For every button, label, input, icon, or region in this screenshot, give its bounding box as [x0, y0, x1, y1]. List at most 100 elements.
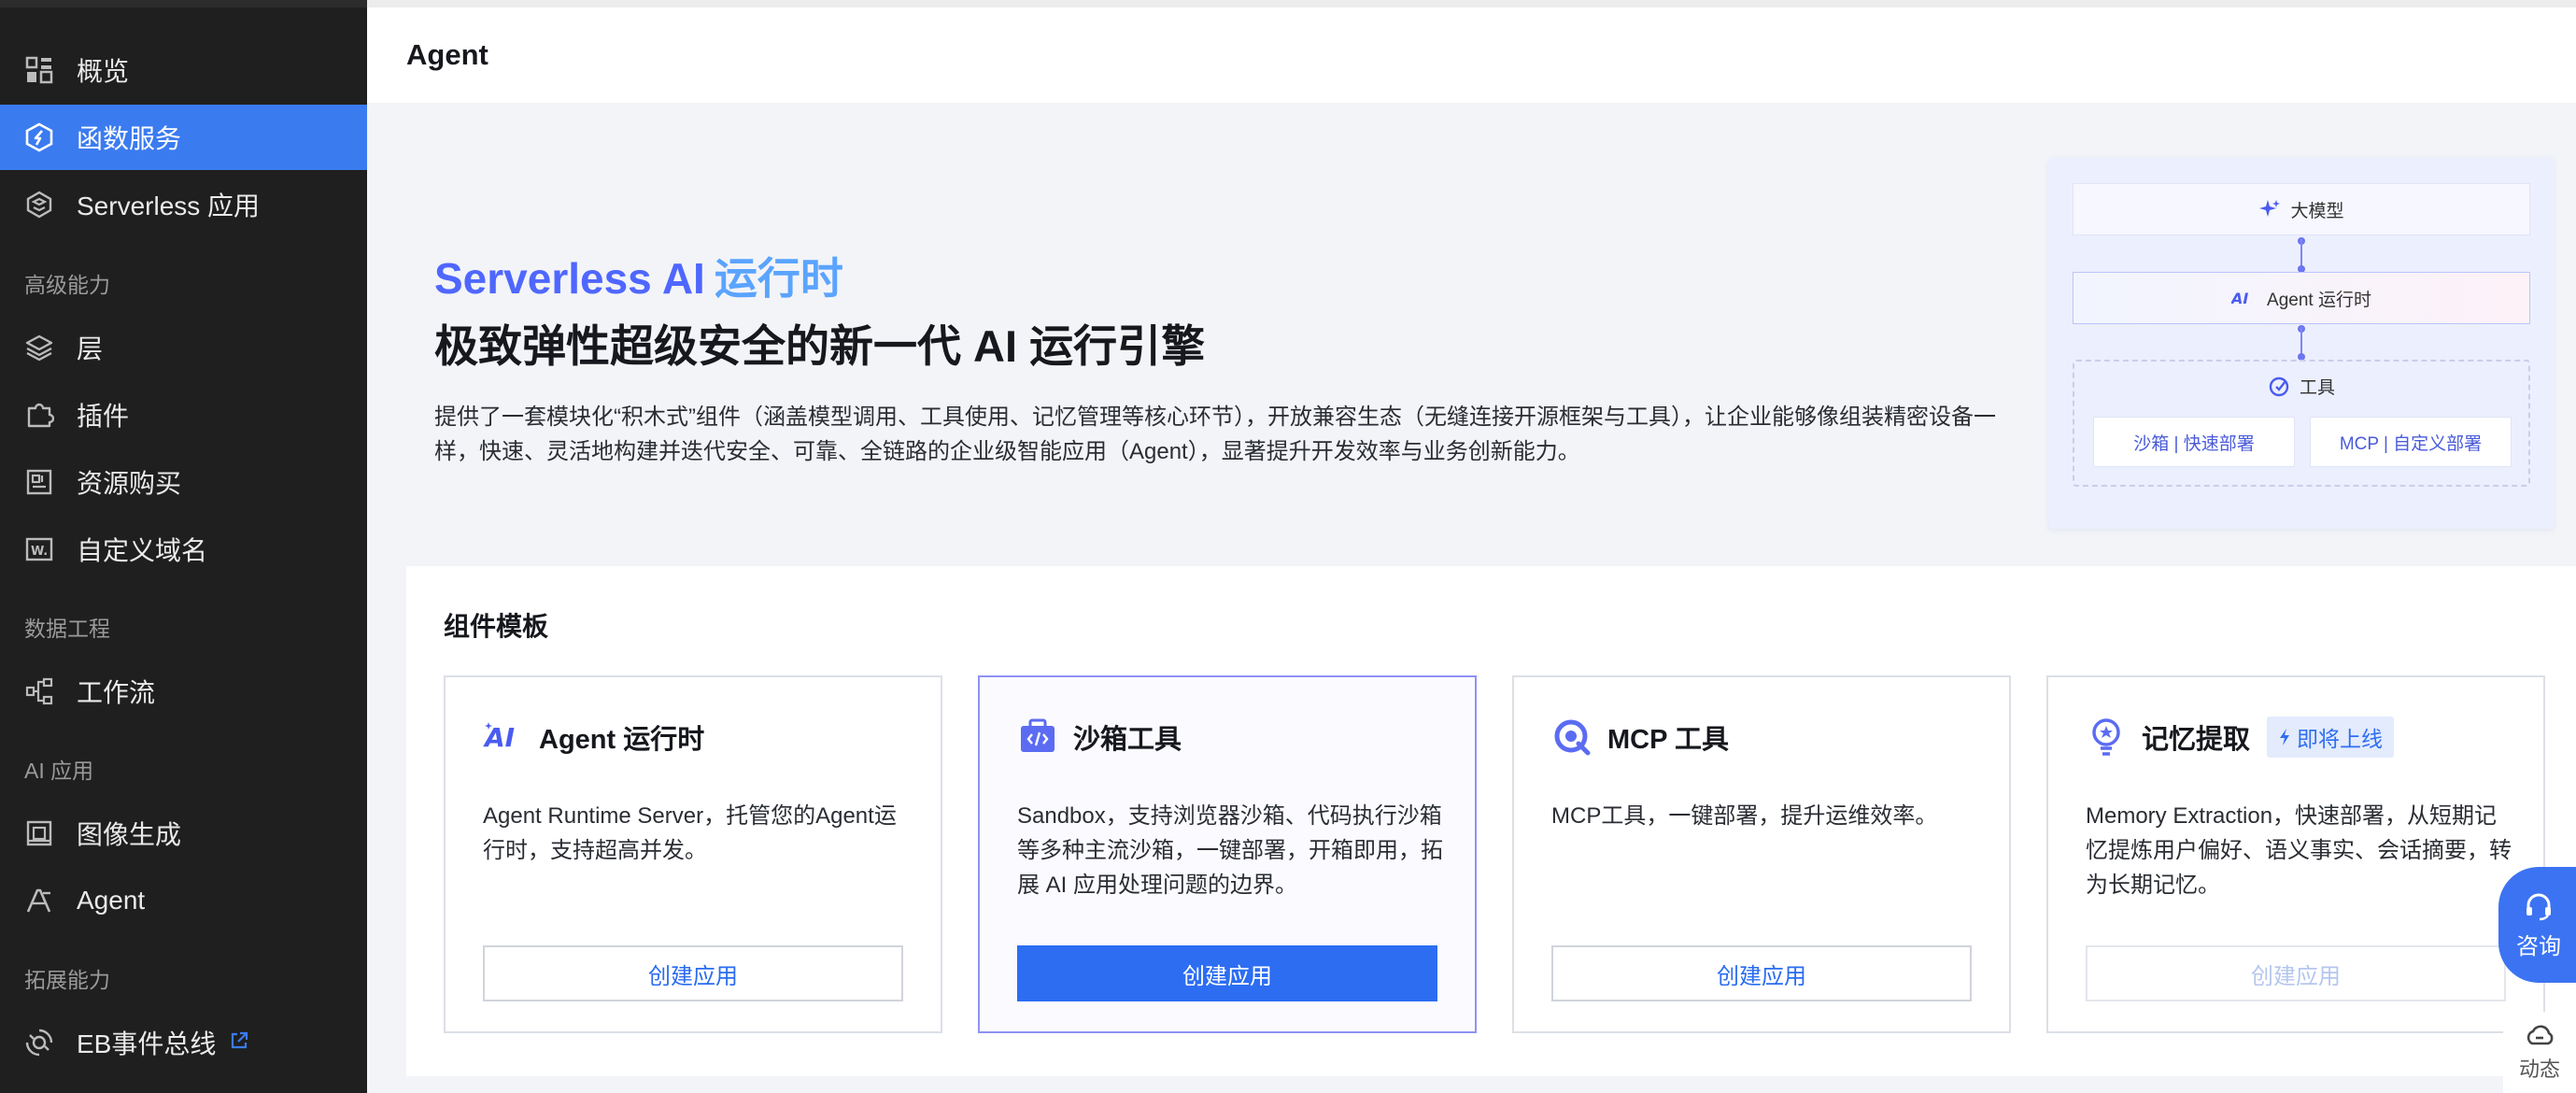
sidebar-item-resource-purchase[interactable]: 资源购买	[0, 449, 367, 515]
template-agent-runtime: AI Agent 运行时 Agent Runtime Server，托管您的Ag…	[444, 675, 942, 1033]
component-templates: 组件模板 AI Agent 运行时 Agent Runtime Server，托…	[406, 566, 2576, 1076]
sidebar-item-label: 概览	[77, 57, 130, 86]
template-name: 沙箱工具	[1073, 725, 1182, 755]
sidebar-item-label: EB事件总线	[77, 1029, 217, 1058]
layers-icon	[24, 333, 54, 362]
sidebar-item-custom-domain[interactable]: W. 自定义域名	[0, 517, 367, 582]
sidebar-item-label: 自定义域名	[77, 536, 208, 565]
sidebar-item-label: Serverless 应用	[77, 192, 261, 220]
sidebar-item-eventbridge[interactable]: EB事件总线	[0, 1010, 367, 1075]
architecture-diagram: 大模型 AI Agent 运行时 工具 沙箱 | 快速部署 MCP | 自定义部…	[2048, 157, 2555, 529]
template-description: Memory Extraction，快速部署，从短期记忆提炼用户偏好、语义事实、…	[2086, 803, 2512, 898]
sidebar-group-data-engineering: 数据工程	[24, 617, 110, 641]
sidebar-item-function-service[interactable]: 函数服务	[0, 105, 367, 170]
sidebar-item-layers[interactable]: 层	[0, 315, 367, 380]
svg-text:W.: W.	[31, 545, 48, 559]
template-name: Agent 运行时	[539, 725, 705, 755]
template-name: MCP 工具	[1607, 725, 1729, 755]
plugin-icon	[24, 400, 54, 430]
hero-title: Serverless AI 运行时	[434, 245, 843, 306]
create-app-button[interactable]: 创建应用	[483, 945, 903, 1001]
mcp-tool-icon	[1551, 717, 1592, 758]
diagram-tools-title: 工具	[2073, 374, 2530, 399]
hero-title-runtime: 运行时	[714, 254, 843, 303]
sidebar-group-extensions: 拓展能力	[24, 968, 110, 992]
create-app-button[interactable]: 创建应用	[1551, 945, 1972, 1001]
hero-subtitle: 极致弹性超级安全的新一代 AI 运行引擎	[434, 321, 1206, 371]
template-memory-extraction: 记忆提取 即将上线 Memory Extraction，快速部署，从短期记忆提炼…	[2046, 675, 2545, 1033]
sidebar-item-plugins[interactable]: 插件	[0, 382, 367, 447]
grid-icon	[24, 55, 54, 85]
external-link-icon[interactable]	[229, 1028, 249, 1058]
consult-button[interactable]: 咨询	[2498, 867, 2576, 983]
sidebar: 概览 函数服务 Serverless 应用 高级能力 层 插件 资源购买 W.	[0, 0, 367, 1093]
sidebar-group-advanced: 高级能力	[24, 273, 110, 297]
headset-icon	[2523, 890, 2555, 922]
template-header: 沙箱工具	[1017, 717, 1182, 758]
svg-text:AI: AI	[2231, 290, 2248, 307]
template-header: MCP 工具	[1551, 717, 1729, 758]
sidebar-item-label: 函数服务	[77, 124, 182, 153]
diagram-mcp-box: MCP | 自定义部署	[2310, 417, 2512, 467]
resource-icon	[24, 467, 54, 497]
workflow-icon	[24, 676, 54, 706]
diagram-sandbox-label: 沙箱 | 快速部署	[2133, 433, 2255, 454]
page-title: Agent	[406, 38, 488, 71]
dynamic-button[interactable]: 动态	[2503, 1012, 2576, 1093]
templates-title: 组件模板	[444, 612, 549, 641]
cloud-icon	[2524, 1023, 2555, 1049]
diagram-tools-label: 工具	[2299, 378, 2335, 398]
dynamic-label: 动态	[2518, 1057, 2560, 1081]
image-icon	[24, 818, 54, 848]
ai-logo-icon: AI	[2231, 289, 2258, 307]
hero-description: 提供了一套模块化“积木式”组件（涵盖模型调用、工具使用、记忆管理等核心环节），开…	[434, 405, 1996, 464]
tools-icon	[2268, 376, 2290, 398]
sidebar-item-label: Agent	[77, 886, 146, 915]
sidebar-item-label: 层	[77, 334, 104, 363]
template-mcp-tools: MCP 工具 MCP工具，一键部署，提升运维效率。 创建应用	[1512, 675, 2011, 1033]
sidebar-item-agent[interactable]: Agent	[0, 868, 367, 933]
serverless-icon	[24, 190, 54, 220]
template-description: MCP工具，一键部署，提升运维效率。	[1551, 803, 1938, 829]
domain-icon: W.	[24, 534, 54, 564]
template-header: 记忆提取 即将上线	[2086, 717, 2395, 758]
sidebar-item-label: 图像生成	[77, 820, 182, 849]
function-icon	[24, 122, 54, 152]
sidebar-item-serverless-app[interactable]: Serverless 应用	[0, 172, 367, 237]
page-header: Agent	[367, 7, 2576, 103]
sidebar-item-label: 插件	[77, 402, 130, 431]
template-header: AI Agent 运行时	[483, 717, 704, 758]
template-name: 记忆提取	[2142, 725, 2251, 755]
eventbus-icon	[24, 1028, 54, 1058]
create-app-button[interactable]: 创建应用	[1017, 945, 1437, 1001]
main-content: Agent Serverless AI 运行时 极致弹性超级安全的新一代 AI 运…	[367, 0, 2576, 1093]
hero-title-brand: Serverless AI	[434, 254, 705, 303]
ai-logo-icon: AI	[483, 717, 524, 758]
sparkle-icon	[2258, 198, 2281, 220]
sidebar-item-overview[interactable]: 概览	[0, 37, 367, 103]
create-app-button[interactable]: 创建应用	[2086, 945, 2506, 1001]
memory-bulb-icon	[2086, 717, 2127, 758]
sidebar-top-border	[0, 0, 367, 7]
diagram-model-label: 大模型	[2290, 201, 2344, 221]
consult-label: 咨询	[2516, 933, 2561, 959]
template-description: Sandbox，支持浏览器沙箱、代码执行沙箱等多种主流沙箱，一键部署，开箱即用，…	[1017, 803, 1443, 898]
top-strip	[367, 0, 2576, 7]
diagram-mcp-label: MCP | 自定义部署	[2339, 433, 2483, 454]
sidebar-item-label: 资源购买	[77, 469, 182, 498]
sidebar-group-ai-apps: AI 应用	[24, 759, 94, 783]
agent-icon	[24, 886, 54, 916]
coming-soon-badge: 即将上线	[2267, 717, 2395, 758]
diagram-agent-box: AI Agent 运行时	[2073, 272, 2530, 324]
diagram-agent-label: Agent 运行时	[2267, 290, 2371, 310]
lightning-icon	[2278, 728, 2291, 746]
template-description: Agent Runtime Server，托管您的Agent运行时，支持超高并发…	[483, 803, 897, 863]
diagram-sandbox-box: 沙箱 | 快速部署	[2093, 417, 2295, 467]
sidebar-item-workflow[interactable]: 工作流	[0, 659, 367, 724]
sidebar-item-label: 工作流	[77, 678, 156, 707]
diagram-model-box: 大模型	[2073, 183, 2530, 235]
sandbox-code-icon	[1017, 717, 1058, 758]
sidebar-item-image-generation[interactable]: 图像生成	[0, 801, 367, 866]
template-sandbox-tools: 沙箱工具 Sandbox，支持浏览器沙箱、代码执行沙箱等多种主流沙箱，一键部署，…	[978, 675, 1477, 1033]
badge-label: 即将上线	[2297, 727, 2384, 751]
